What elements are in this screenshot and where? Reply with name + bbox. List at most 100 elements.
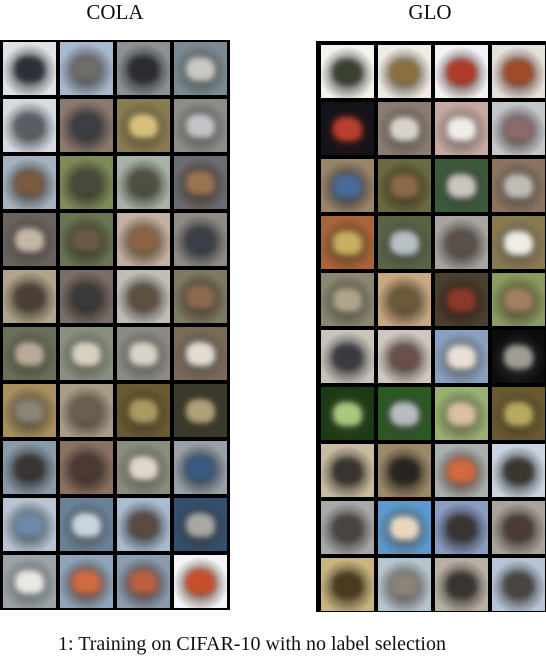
sample-image-deer: [174, 270, 227, 323]
sample-image-subject: [389, 515, 420, 541]
sample-image-automobile: [3, 99, 56, 152]
sample-image-subject: [503, 116, 534, 142]
sample-image-dog: [492, 330, 545, 383]
sample-image-horse: [117, 441, 170, 494]
sample-image-subject: [71, 227, 102, 253]
panel-title-cola: COLA: [86, 0, 144, 24]
sample-image-subject: [332, 116, 363, 142]
sample-image-subject: [14, 569, 45, 595]
sample-image-subject: [14, 227, 45, 253]
sample-image-subject: [332, 401, 363, 427]
sample-image-automobile: [492, 102, 545, 155]
sample-image-subject: [503, 344, 534, 370]
sample-image-subject: [128, 455, 159, 481]
sample-image-subject: [128, 569, 159, 595]
sample-image-subject: [446, 287, 477, 313]
sample-image-subject: [14, 170, 45, 196]
image-grid-glo: [316, 41, 546, 612]
sample-image-ship: [321, 501, 374, 554]
sample-image-subject: [332, 59, 363, 85]
sample-image-airplane: [492, 45, 545, 98]
sample-image-truck: [174, 555, 227, 608]
sample-image-subject: [128, 170, 159, 196]
sample-image-horse: [174, 441, 227, 494]
sample-image-subject: [389, 230, 420, 256]
sample-image-subject: [503, 401, 534, 427]
sample-image-subject: [389, 173, 420, 199]
sample-image-subject: [128, 398, 159, 424]
sample-image-deer: [492, 273, 545, 326]
sample-image-subject: [14, 284, 45, 310]
sample-image-subject: [446, 401, 477, 427]
sample-image-airplane: [117, 42, 170, 95]
sample-image-cat: [321, 216, 374, 269]
sample-image-subject: [389, 572, 420, 598]
sample-image-subject: [332, 515, 363, 541]
sample-image-horse: [3, 441, 56, 494]
sample-image-cat: [117, 213, 170, 266]
sample-image-airplane: [174, 42, 227, 95]
sample-image-bird: [321, 159, 374, 212]
sample-image-cat: [174, 213, 227, 266]
sample-image-subject: [446, 344, 477, 370]
sample-image-subject: [71, 398, 102, 424]
sample-image-subject: [389, 344, 420, 370]
sample-image-frog: [3, 384, 56, 437]
sample-image-subject: [14, 512, 45, 538]
sample-image-subject: [446, 458, 477, 484]
sample-image-subject: [128, 113, 159, 139]
sample-image-dog: [60, 327, 113, 380]
sample-image-automobile: [435, 102, 488, 155]
sample-image-subject: [185, 170, 216, 196]
sample-image-automobile: [117, 99, 170, 152]
sample-image-deer: [435, 273, 488, 326]
sample-image-airplane: [435, 45, 488, 98]
sample-image-deer: [378, 273, 431, 326]
sample-image-subject: [332, 287, 363, 313]
sample-image-ship: [3, 498, 56, 551]
sample-image-subject: [71, 512, 102, 538]
sample-image-subject: [128, 512, 159, 538]
sample-image-subject: [71, 569, 102, 595]
sample-image-subject: [14, 113, 45, 139]
sample-image-subject: [446, 515, 477, 541]
sample-image-frog: [378, 387, 431, 440]
sample-image-subject: [389, 116, 420, 142]
sample-image-subject: [71, 56, 102, 82]
sample-image-subject: [503, 515, 534, 541]
sample-image-subject: [185, 227, 216, 253]
sample-image-subject: [332, 344, 363, 370]
sample-image-frog: [60, 384, 113, 437]
sample-image-truck: [117, 555, 170, 608]
sample-image-automobile: [60, 99, 113, 152]
sample-image-subject: [185, 113, 216, 139]
sample-image-dog: [435, 330, 488, 383]
sample-image-bird: [492, 159, 545, 212]
sample-image-cat: [492, 216, 545, 269]
sample-image-deer: [117, 270, 170, 323]
sample-image-bird: [3, 156, 56, 209]
sample-image-bird: [378, 159, 431, 212]
sample-image-horse: [435, 444, 488, 497]
sample-image-subject: [503, 287, 534, 313]
sample-image-subject: [389, 287, 420, 313]
sample-image-frog: [117, 384, 170, 437]
sample-image-subject: [446, 59, 477, 85]
sample-image-dog: [3, 327, 56, 380]
sample-image-subject: [128, 341, 159, 367]
sample-image-subject: [185, 512, 216, 538]
sample-image-automobile: [174, 99, 227, 152]
sample-image-truck: [435, 558, 488, 611]
sample-image-subject: [185, 341, 216, 367]
sample-image-dog: [174, 327, 227, 380]
sample-image-subject: [503, 458, 534, 484]
sample-image-deer: [3, 270, 56, 323]
sample-image-truck: [321, 558, 374, 611]
sample-image-subject: [71, 455, 102, 481]
sample-image-subject: [446, 572, 477, 598]
sample-image-subject: [332, 230, 363, 256]
sample-image-subject: [446, 116, 477, 142]
sample-image-subject: [332, 572, 363, 598]
sample-image-subject: [185, 56, 216, 82]
sample-image-horse: [321, 444, 374, 497]
